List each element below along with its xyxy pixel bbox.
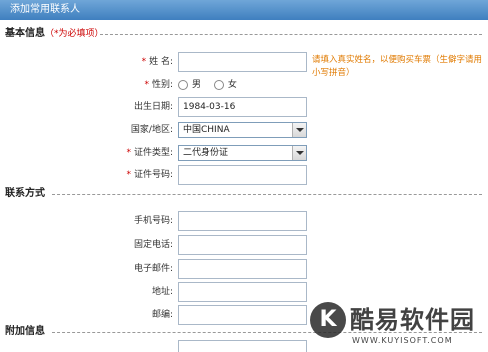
watermark: K 酷易软件园 WWW.KUYISOFT.COM bbox=[310, 298, 488, 352]
birth-label: 出生日期: bbox=[133, 102, 173, 112]
chevron-down-icon[interactable] bbox=[292, 123, 306, 137]
gender-male-label: 男 bbox=[192, 80, 202, 90]
phone-label: 固定电话: bbox=[133, 240, 173, 250]
birth-input[interactable]: 1984-03-16 bbox=[178, 97, 307, 117]
mobile-input[interactable] bbox=[178, 211, 307, 231]
country-select[interactable]: 中国CHINA bbox=[178, 122, 307, 138]
name-hint: 请填入真实姓名，以便购买车票（生僻字请用小写拼音） bbox=[312, 55, 483, 78]
id-type-select-value: 二代身份证 bbox=[183, 148, 229, 158]
gender-female-radio[interactable] bbox=[213, 80, 224, 90]
country-select-value: 中国CHINA bbox=[183, 125, 230, 135]
section-extra-title: 附加信息 bbox=[5, 326, 45, 337]
watermark-url: WWW.KUYISOFT.COM bbox=[352, 336, 453, 345]
country-label: 国家/地区: bbox=[130, 125, 173, 135]
section-basic-info: 基本信息（*为必填项） bbox=[0, 26, 488, 42]
gender-radio-group: 男 女 bbox=[178, 77, 247, 93]
gender-male-radio[interactable] bbox=[178, 80, 188, 90]
postcode-input[interactable] bbox=[178, 305, 307, 325]
id-number-label: * 证件号码: bbox=[126, 170, 173, 180]
gender-female-label: 女 bbox=[227, 80, 237, 90]
watermark-logo-icon: K bbox=[310, 302, 346, 338]
postcode-label: 邮编: bbox=[151, 310, 173, 320]
window-title: 添加常用联系人 bbox=[10, 4, 80, 15]
extra-input[interactable] bbox=[178, 340, 307, 352]
section-contact: 联系方式 bbox=[0, 186, 488, 202]
mobile-label: 手机号码: bbox=[133, 216, 173, 226]
id-type-select[interactable]: 二代身份证 bbox=[178, 145, 307, 161]
required-note: （*为必填项） bbox=[45, 29, 104, 39]
section-basic-info-title: 基本信息（*为必填项） bbox=[5, 28, 104, 39]
id-number-input[interactable] bbox=[178, 165, 307, 185]
address-input[interactable] bbox=[178, 282, 307, 302]
address-label: 地址: bbox=[151, 287, 173, 297]
phone-input[interactable] bbox=[178, 235, 307, 255]
section-divider bbox=[52, 194, 482, 195]
window-title-bar: 添加常用联系人 bbox=[0, 0, 488, 20]
name-label: * 姓 名: bbox=[141, 57, 173, 67]
email-label: 电子邮件: bbox=[133, 264, 173, 274]
section-contact-title: 联系方式 bbox=[5, 188, 45, 199]
id-type-label: * 证件类型: bbox=[126, 148, 173, 158]
section-divider bbox=[100, 34, 482, 35]
chevron-down-icon[interactable] bbox=[292, 146, 306, 160]
watermark-text: 酷易软件园 bbox=[350, 306, 475, 334]
email-input[interactable] bbox=[178, 259, 307, 279]
name-input[interactable] bbox=[178, 52, 307, 72]
gender-label: * 性别: bbox=[144, 80, 173, 90]
